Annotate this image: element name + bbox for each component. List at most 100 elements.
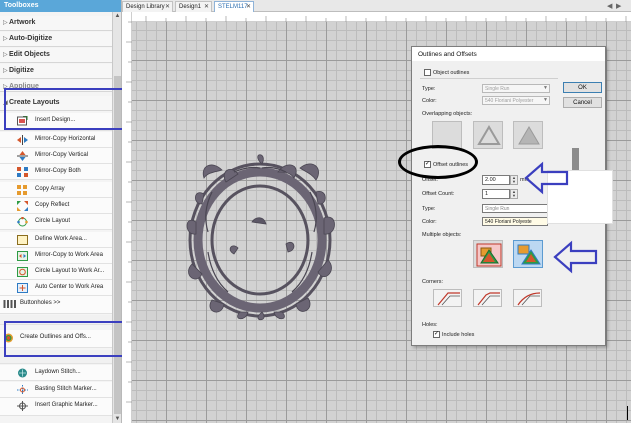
horizontal-ruler — [132, 12, 631, 22]
tab-label: Design1 — [179, 4, 202, 10]
copy-array-icon — [17, 185, 27, 195]
close-icon[interactable]: ✕ — [165, 3, 170, 10]
section-label: Edit Objects — [9, 51, 50, 58]
tool-mirror-both[interactable]: Mirror-Copy Both — [0, 164, 112, 180]
tool-copy-array[interactable]: Copy Array — [0, 182, 112, 198]
tool-label: Define Work Area... — [35, 236, 87, 242]
chevron-down-icon: ▼ — [543, 85, 548, 91]
expand-caret-icon: ▷ — [3, 52, 8, 58]
tool-mirror-vertical[interactable]: Mirror-Copy Vertical — [0, 148, 112, 164]
object-outlines-label: Object outlines — [433, 70, 470, 76]
multiple-outline-icon — [476, 243, 502, 267]
define-work-area-icon — [17, 235, 28, 245]
mirror-vertical-icon — [17, 151, 28, 161]
tab-design-library[interactable]: Design Library ✕ — [122, 1, 173, 12]
multiple-option-1-button[interactable] — [473, 240, 503, 268]
tool-buttonholes[interactable]: Buttonholes >> — [0, 296, 112, 314]
offset-value: 2.00 — [485, 177, 496, 183]
holes-label: Holes: — [422, 322, 438, 328]
section-auto-digitize[interactable]: ▷ Auto-Digitize — [0, 32, 112, 47]
tab-scroll-left-icon[interactable]: ◀ — [607, 2, 612, 10]
embroidery-wreath-design[interactable] — [182, 152, 338, 322]
vertical-ruler-ticks — [126, 21, 132, 403]
tool-mirror-work-area[interactable]: Mirror-Copy to Work Area — [0, 248, 112, 264]
text-cursor-icon — [627, 406, 628, 420]
tab-stelm117[interactable]: STELM117 ✕ — [214, 1, 254, 12]
tool-auto-center[interactable]: Auto Center to Work Area — [0, 280, 112, 296]
tool-circle-layout[interactable]: Circle Layout — [0, 214, 112, 230]
buttonholes-icon — [3, 300, 16, 308]
overlap-option-2-button[interactable] — [473, 121, 503, 149]
color-select-1-value: 540 Floriani Polyester — [485, 98, 534, 104]
scroll-down-icon[interactable]: ▼ — [113, 416, 121, 422]
offset-spinner[interactable]: ▲ ▼ — [510, 175, 518, 185]
auto-center-icon — [17, 283, 28, 293]
section-artwork[interactable]: ▷ Artwork — [0, 16, 112, 31]
tool-label: Copy Reflect — [35, 202, 70, 208]
mirror-work-area-icon — [17, 251, 28, 261]
tool-label: Buttonholes >> — [20, 300, 61, 306]
section-label: Digitize — [9, 67, 34, 74]
expand-caret-icon: ▷ — [3, 36, 8, 42]
offset-count-input[interactable]: 1 — [482, 189, 510, 199]
tool-copy-reflect[interactable]: Copy Reflect — [0, 198, 112, 214]
overlap-triangle-icon — [477, 125, 501, 145]
tool-graphic-marker[interactable]: Insert Graphic Marker... — [0, 398, 112, 416]
object-outlines-checkbox[interactable] — [424, 69, 431, 76]
mirror-horizontal-icon — [17, 135, 28, 145]
divider — [420, 78, 558, 79]
tool-label: Circle Layout — [35, 218, 71, 224]
expand-caret-icon: ▷ — [3, 20, 8, 26]
tool-basting-marker[interactable]: Basting Stitch Marker... — [0, 382, 112, 398]
graphic-marker-icon — [17, 401, 28, 411]
type-select-1[interactable]: Single Run ▼ — [482, 84, 550, 93]
tab-label: Design Library — [126, 4, 165, 10]
type-select-2[interactable]: Single Run — [482, 204, 548, 213]
overlap-option-3-button[interactable] — [513, 121, 543, 149]
multiple-option-2-button[interactable] — [513, 240, 543, 268]
color-select-2-value: 540 Floriani Polyeste — [485, 219, 532, 225]
corners-label: Corners: — [422, 279, 444, 285]
include-holes-checkbox[interactable] — [433, 330, 440, 338]
close-icon[interactable]: ✕ — [246, 3, 251, 10]
tool-label: Insert Graphic Marker... — [35, 402, 98, 408]
annotation-oval-offset-outlines — [398, 145, 478, 179]
offset-input[interactable]: 2.00 — [482, 175, 510, 185]
tab-design1[interactable]: Design1 ✕ — [175, 1, 212, 12]
include-holes-label: Include holes — [442, 332, 475, 338]
annotation-arrow-left-icon — [524, 161, 569, 195]
corner-round-button[interactable] — [513, 289, 542, 307]
chevron-down-icon: ▼ — [543, 97, 548, 103]
corner-bevel-button[interactable] — [473, 289, 502, 307]
tool-label: Copy Array — [35, 186, 65, 192]
mirror-both-icon — [17, 167, 28, 177]
color-select-1[interactable]: 540 Floriani Polyester ▼ — [482, 96, 550, 105]
overlap-triangle-icon — [518, 126, 540, 145]
color-select-2[interactable]: 540 Floriani Polyeste — [482, 217, 548, 226]
section-edit-objects[interactable]: ▷ Edit Objects — [0, 48, 112, 63]
tool-laydown-stitch[interactable]: Laydown Stitch... — [0, 365, 112, 381]
tool-mirror-horizontal[interactable]: Mirror-Copy Horizontal — [0, 132, 112, 148]
offset-count-spinner[interactable]: ▲ ▼ — [510, 189, 518, 199]
tool-label: Mirror-Copy Both — [35, 168, 81, 174]
close-icon[interactable]: ✕ — [204, 3, 209, 10]
section-label: Artwork — [9, 19, 36, 26]
corner-sharp-button[interactable] — [433, 289, 462, 307]
type-label-1: Type: — [422, 86, 436, 92]
tool-circle-work-area[interactable]: Circle Layout to Work Ar... — [0, 264, 112, 280]
multiple-individual-icon — [517, 244, 541, 265]
tool-define-work-area[interactable]: Define Work Area... — [0, 232, 112, 248]
cancel-button[interactable]: Cancel — [563, 97, 602, 108]
section-digitize[interactable]: ▷ Digitize — [0, 64, 112, 79]
annotation-arrow-left-icon — [553, 240, 598, 274]
type-label-2: Type: — [422, 206, 436, 212]
corner-round-icon — [517, 292, 541, 306]
ok-button[interactable]: OK — [563, 82, 602, 93]
tab-label: STELM117 — [218, 4, 248, 10]
toolbox-scrollbar[interactable]: ▲ ▼ — [112, 12, 121, 423]
type-select-2-value: Single Run — [485, 206, 510, 212]
tool-label: Mirror-Copy to Work Area — [35, 252, 103, 258]
scroll-up-icon[interactable]: ▲ — [113, 13, 121, 19]
tool-label: Auto Center to Work Area — [35, 284, 104, 290]
tab-scroll-right-icon[interactable]: ▶ — [616, 2, 621, 10]
